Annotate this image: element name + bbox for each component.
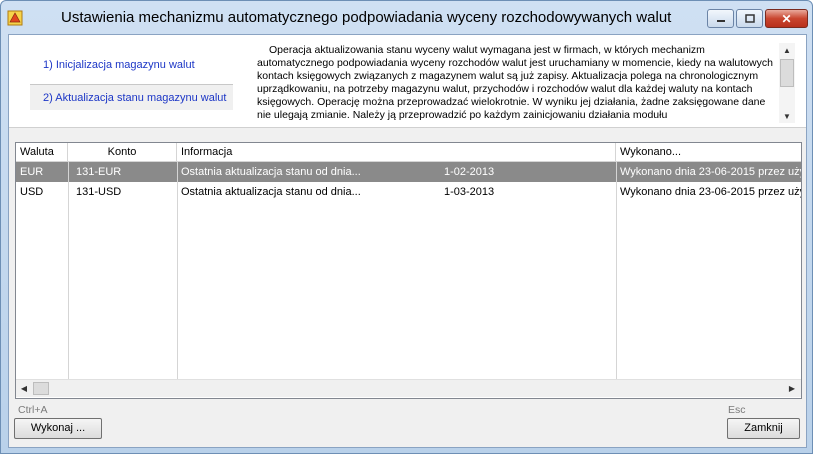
scroll-up-icon[interactable]: ▲ bbox=[779, 43, 795, 57]
cell-informacja: Ostatnia aktualizacja stanu od dnia... bbox=[181, 166, 361, 178]
cell-data: 1-02-2013 bbox=[444, 166, 495, 178]
cell-wykonano: Wykonano dnia 23-06-2015 przez użytkowni… bbox=[620, 166, 801, 178]
column-header-waluta[interactable]: Waluta bbox=[16, 143, 68, 161]
close-button[interactable]: Zamknij bbox=[727, 418, 800, 439]
table-row[interactable]: EUR 131-EUR Ostatnia aktualizacja stanu … bbox=[16, 162, 801, 182]
app-icon bbox=[7, 10, 23, 26]
column-header-wykonano[interactable]: Wykonano... bbox=[616, 143, 801, 161]
step-update-link[interactable]: 2) Aktualizacja stanu magazynu walut bbox=[30, 84, 233, 110]
maximize-button[interactable] bbox=[736, 9, 763, 28]
wizard-steps-pane: 1) Inicjalizacja magazynu walut 2) Aktua… bbox=[9, 35, 806, 127]
step-init-link[interactable]: 1) Inicjalizacja magazynu walut bbox=[43, 59, 195, 71]
execute-shortcut: Ctrl+A bbox=[18, 404, 48, 416]
description-scrollbar[interactable]: ▲ ▼ bbox=[779, 43, 795, 123]
dialog-window: Ustawienia mechanizmu automatycznego pod… bbox=[0, 0, 813, 454]
minimize-icon bbox=[716, 19, 725, 22]
close-window-button[interactable]: ✕ bbox=[765, 9, 808, 28]
scroll-thumb[interactable] bbox=[33, 382, 49, 395]
execute-button[interactable]: Wykonaj ... bbox=[14, 418, 102, 439]
description-text: Operacja aktualizowania stanu wyceny wal… bbox=[257, 44, 773, 121]
cell-konto: 131-EUR bbox=[76, 166, 122, 178]
divider bbox=[9, 127, 806, 128]
minimize-button[interactable] bbox=[707, 9, 734, 28]
currency-table[interactable]: Waluta Konto Informacja Wykonano... EUR … bbox=[15, 142, 802, 399]
scroll-right-icon[interactable]: ▶ bbox=[784, 380, 800, 397]
close-icon: ✕ bbox=[781, 11, 792, 26]
window-title: Ustawienia mechanizmu automatycznego pod… bbox=[61, 9, 672, 26]
cell-konto: 131-USD bbox=[76, 186, 122, 198]
cell-wykonano: Wykonano dnia 23-06-2015 przez użytkowni… bbox=[620, 186, 801, 198]
column-divider bbox=[68, 161, 69, 379]
column-header-informacja[interactable]: Informacja bbox=[177, 143, 616, 161]
column-header-konto[interactable]: Konto bbox=[68, 143, 177, 161]
scroll-down-icon[interactable]: ▼ bbox=[779, 109, 795, 123]
scroll-left-icon[interactable]: ◀ bbox=[16, 380, 32, 397]
column-divider bbox=[177, 161, 178, 379]
column-divider bbox=[616, 161, 617, 379]
cell-waluta: USD bbox=[20, 186, 44, 198]
maximize-icon bbox=[744, 14, 755, 23]
table-row[interactable]: USD 131-USD Ostatnia aktualizacja stanu … bbox=[16, 182, 801, 202]
cell-data: 1-03-2013 bbox=[444, 186, 495, 198]
table-header: Waluta Konto Informacja Wykonano... bbox=[16, 143, 801, 162]
cell-waluta: EUR bbox=[20, 166, 44, 178]
scroll-thumb[interactable] bbox=[780, 59, 794, 87]
cell-informacja: Ostatnia aktualizacja stanu od dnia... bbox=[181, 186, 361, 198]
table-horizontal-scrollbar[interactable]: ◀ ▶ bbox=[16, 379, 801, 397]
dialog-client: 1) Inicjalizacja magazynu walut 2) Aktua… bbox=[8, 34, 807, 448]
close-shortcut: Esc bbox=[728, 404, 746, 416]
title-bar[interactable]: Ustawienia mechanizmu automatycznego pod… bbox=[1, 1, 812, 34]
